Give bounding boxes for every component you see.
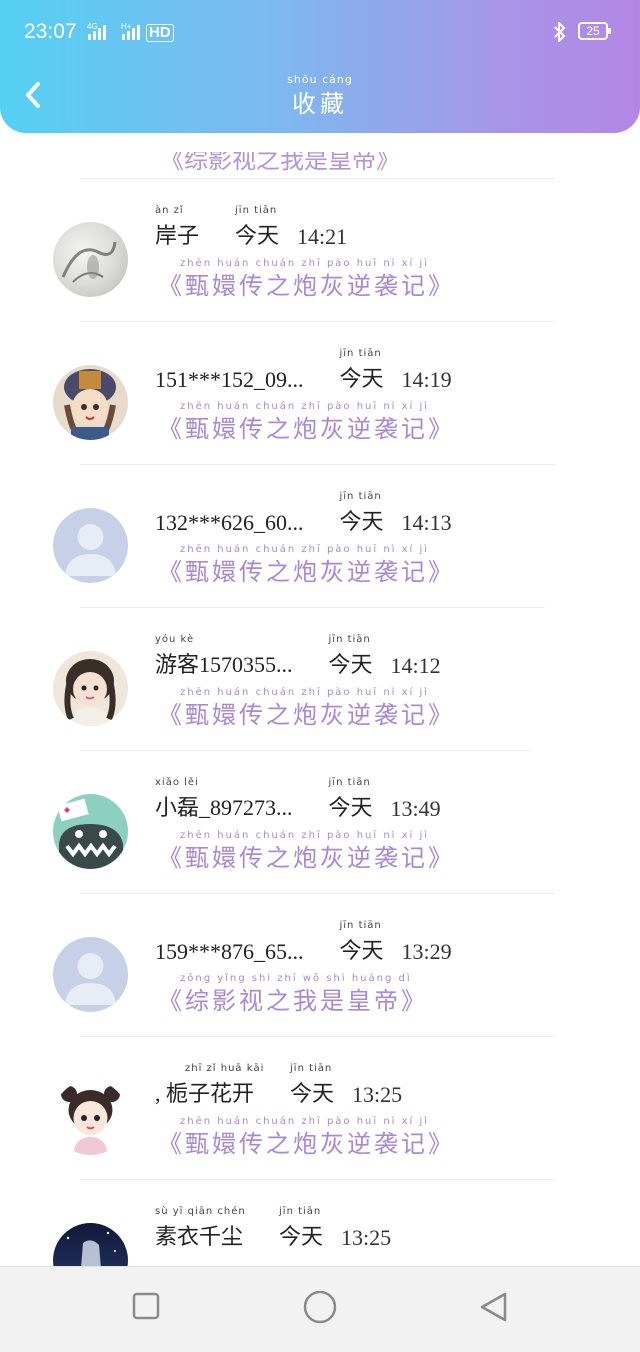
user-name: yóu kè 游客1570355...	[155, 634, 293, 677]
time-label: 14:21	[297, 224, 348, 249]
user-name: 151***152_09...	[155, 367, 304, 392]
list-item[interactable]: yóu kè 游客1570355... jīn tiān 今天 14:12 zh…	[0, 607, 640, 750]
header: 23:07 4G H+ HD 25 shōu cáng 收藏	[0, 0, 640, 133]
bluetooth-icon	[554, 22, 566, 42]
name-pinyin: zhī zǐ huā kāi	[185, 1063, 265, 1074]
list-item[interactable]: zhī zǐ huā kāi , 栀子花开 jīn tiān 今天 13:25 …	[0, 1036, 640, 1179]
title-text: 收藏	[292, 90, 348, 118]
book-title[interactable]: 《甄嬛传之炮灰逆袭记》	[158, 409, 455, 445]
book-title[interactable]: 《甄嬛传之炮灰逆袭记》	[158, 552, 455, 588]
book-title[interactable]: 《甄嬛传之炮灰逆袭记》	[158, 266, 455, 302]
list-item[interactable]: 132***626_60... jīn tiān 今天 14:13 zhēn h…	[0, 464, 640, 607]
name-pinyin: àn zǐ	[155, 205, 184, 216]
book-title[interactable]: 《甄嬛传之炮灰逆袭记》	[158, 1124, 455, 1160]
date-label: jīn tiān 今天	[328, 634, 373, 677]
hd-badge: HD	[146, 24, 174, 42]
time-label: 14:12	[390, 653, 441, 678]
default-avatar-icon	[53, 508, 128, 583]
signal-icon	[88, 22, 106, 40]
date-label: jīn tiān 今天	[339, 491, 384, 534]
time-label: 13:29	[401, 939, 452, 964]
back-nav-icon[interactable]	[478, 1291, 510, 1323]
book-title[interactable]: 《甄嬛传之炮灰逆袭记》	[158, 695, 455, 731]
date-label: jīn tiān 今天	[328, 777, 373, 820]
user-name: xiǎo lěi 小磊_897273...	[155, 777, 293, 820]
home-icon[interactable]	[302, 1289, 338, 1325]
user-name: 132***626_60...	[155, 510, 304, 535]
date-label: jīn tiān 今天	[279, 1206, 324, 1249]
status-time: 23:07	[24, 20, 77, 43]
name-pinyin: xiǎo lěi	[155, 777, 199, 788]
recent-apps-icon[interactable]	[131, 1291, 161, 1321]
user-name: 159***876_65...	[155, 939, 304, 964]
list-item[interactable]: xiǎo lěi 小磊_897273... jīn tiān 今天 13:49 …	[0, 750, 640, 893]
avatar	[53, 1080, 128, 1155]
avatar	[53, 794, 128, 869]
name-pinyin: yóu kè	[155, 634, 195, 645]
list-item[interactable]: àn zǐ 岸子 jīn tiān 今天 14:21 zhēn huán chu…	[0, 178, 640, 321]
list-item[interactable]: 159***876_65... jīn tiān 今天 13:29 zōng y…	[0, 893, 640, 1036]
signal-icon	[122, 22, 140, 40]
time-label: 14:13	[401, 510, 452, 535]
user-name: àn zǐ 岸子	[155, 205, 200, 248]
list-item-partial[interactable]: 《综影视之我是皇帝》	[0, 140, 640, 178]
date-label: jīn tiān 今天	[235, 205, 280, 248]
name-pinyin: sù yī qiān chén	[155, 1206, 246, 1217]
time-label: 13:25	[341, 1225, 392, 1250]
avatar	[53, 651, 128, 726]
date-label: jīn tiān 今天	[290, 1063, 335, 1106]
system-navbar	[0, 1266, 640, 1352]
book-title: 《综影视之我是皇帝》	[160, 146, 400, 174]
book-title[interactable]: 《综影视之我是皇帝》	[158, 981, 428, 1017]
time-label: 13:49	[390, 796, 441, 821]
battery-icon: 25	[578, 22, 611, 40]
date-label: jīn tiān 今天	[339, 920, 384, 963]
user-name: sù yī qiān chén 素衣千尘	[155, 1206, 246, 1249]
list-item[interactable]: 151***152_09... jīn tiān 今天 14:19 zhēn h…	[0, 321, 640, 464]
user-name: zhī zǐ huā kāi , 栀子花开	[155, 1063, 265, 1106]
default-avatar-icon	[53, 937, 128, 1012]
book-title[interactable]: 《甄嬛传之炮灰逆袭记》	[158, 838, 455, 874]
page-title: shōu cáng 收藏	[0, 73, 640, 119]
time-label: 14:19	[401, 367, 452, 392]
time-label: 13:25	[352, 1082, 403, 1107]
date-label: jīn tiān 今天	[339, 348, 384, 391]
avatar	[53, 222, 128, 297]
avatar	[53, 365, 128, 440]
